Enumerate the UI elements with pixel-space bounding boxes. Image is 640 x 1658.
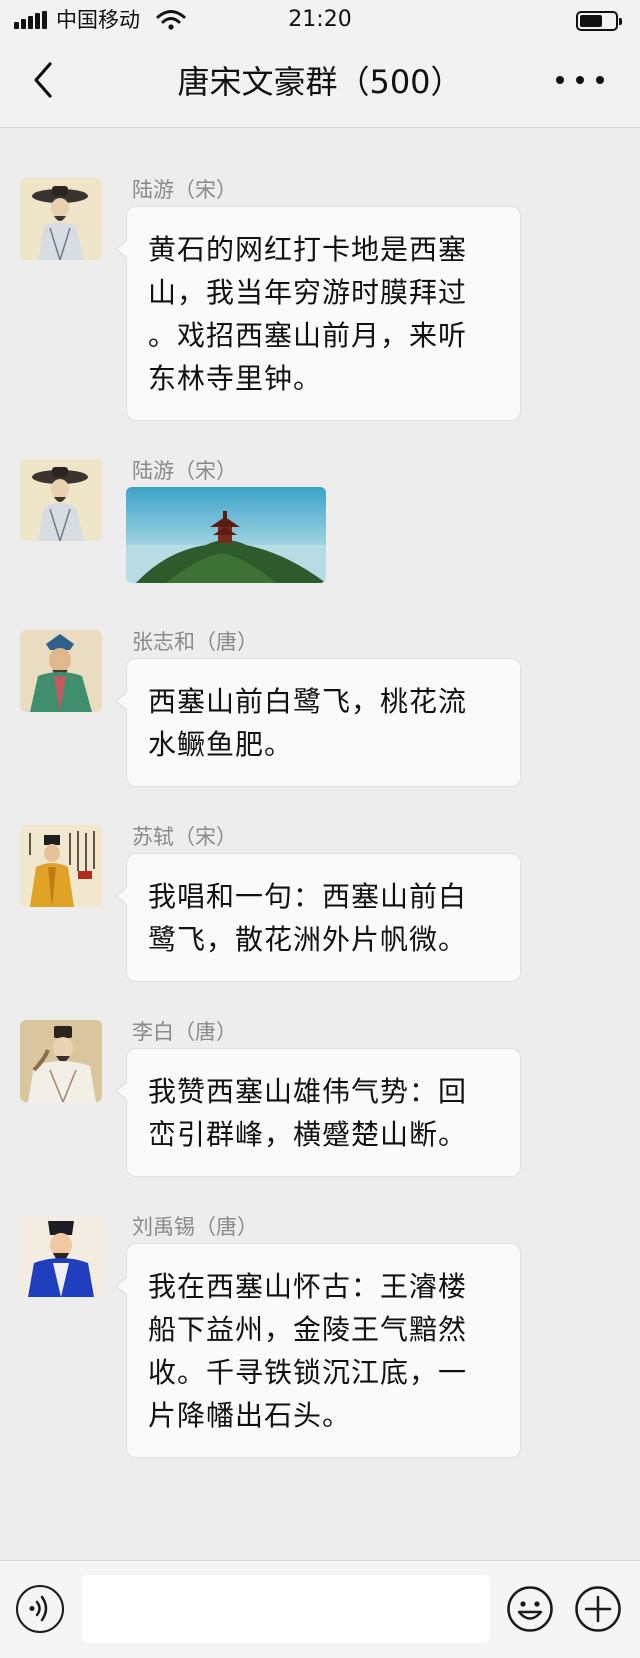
sender-name: 陆游（宋） bbox=[132, 178, 237, 202]
message-line: 山，我当年穷游时膜拜过 bbox=[148, 276, 468, 309]
emoji-icon[interactable] bbox=[506, 1585, 554, 1633]
avatar-lu-you[interactable] bbox=[20, 178, 102, 260]
message-bubble[interactable]: 西塞山前白鹭飞，桃花流 水鳜鱼肥。 bbox=[115, 658, 521, 787]
message-line: 收。千寻铁锁沉江底，一 bbox=[148, 1356, 468, 1389]
avatar-su-shi[interactable] bbox=[20, 825, 102, 907]
message-line: 东林寺里钟。 bbox=[148, 362, 323, 395]
message-line: 西塞山前白鹭飞，桃花流 bbox=[148, 685, 468, 718]
message-line: 鹭飞，散花洲外片帆微。 bbox=[148, 923, 468, 956]
status-bar: 中国移动 21:20 bbox=[0, 0, 640, 40]
message-line: 船下益州，金陵王气黯然 bbox=[148, 1313, 468, 1346]
avatar-li-bai[interactable] bbox=[20, 1020, 102, 1102]
message-line: 我唱和一句：西塞山前白 bbox=[148, 880, 468, 913]
message-input[interactable] bbox=[82, 1575, 490, 1643]
sender-name: 张志和（唐） bbox=[132, 630, 258, 654]
message-line: 黄石的网红打卡地是西塞 bbox=[148, 233, 468, 266]
message-line: 我赞西塞山雄伟气势：回 bbox=[148, 1075, 468, 1108]
message-line: 峦引群峰，横蹙楚山断。 bbox=[148, 1118, 468, 1151]
battery-icon bbox=[576, 11, 622, 31]
sender-name: 苏轼（宋） bbox=[132, 825, 237, 849]
avatar-zhang-zhihe[interactable] bbox=[20, 630, 102, 712]
avatar-lu-you[interactable] bbox=[20, 459, 102, 541]
battery-fill bbox=[580, 15, 602, 27]
message-bubble[interactable]: 我唱和一句：西塞山前白 鹭飞，散花洲外片帆微。 bbox=[115, 853, 521, 982]
message-bubble[interactable]: 黄石的网红打卡地是西塞 山，我当年穷游时膜拜过 。戏招西塞山前月，来听 东林寺里… bbox=[115, 206, 521, 421]
message-line: 。戏招西塞山前月，来听 bbox=[148, 319, 468, 352]
message-line: 水鳜鱼肥。 bbox=[148, 728, 294, 761]
voice-icon[interactable] bbox=[16, 1585, 64, 1633]
image-message[interactable] bbox=[126, 487, 326, 583]
plus-icon[interactable] bbox=[574, 1585, 622, 1633]
input-bar bbox=[0, 1560, 640, 1658]
message-line: 我在西塞山怀古：王濬楼 bbox=[148, 1270, 468, 1303]
more-dots-icon[interactable] bbox=[556, 64, 604, 96]
nav-bar: 唐宋文豪群（500） bbox=[0, 40, 640, 128]
chat-title: 唐宋文豪群（500） bbox=[177, 63, 463, 101]
message-bubble[interactable]: 我在西塞山怀古：王濬楼 船下益州，金陵王气黯然 收。千寻铁锁沉江底，一 片降幡出… bbox=[115, 1243, 521, 1458]
avatar-liu-yuxi[interactable] bbox=[20, 1215, 102, 1297]
sender-name: 刘禹锡（唐） bbox=[132, 1215, 258, 1239]
sender-name: 陆游（宋） bbox=[132, 459, 237, 483]
message-line: 片降幡出石头。 bbox=[148, 1399, 352, 1432]
message-bubble[interactable]: 我赞西塞山雄伟气势：回 峦引群峰，横蹙楚山断。 bbox=[115, 1048, 521, 1177]
status-time: 21:20 bbox=[288, 7, 352, 32]
sender-name: 李白（唐） bbox=[132, 1020, 237, 1044]
